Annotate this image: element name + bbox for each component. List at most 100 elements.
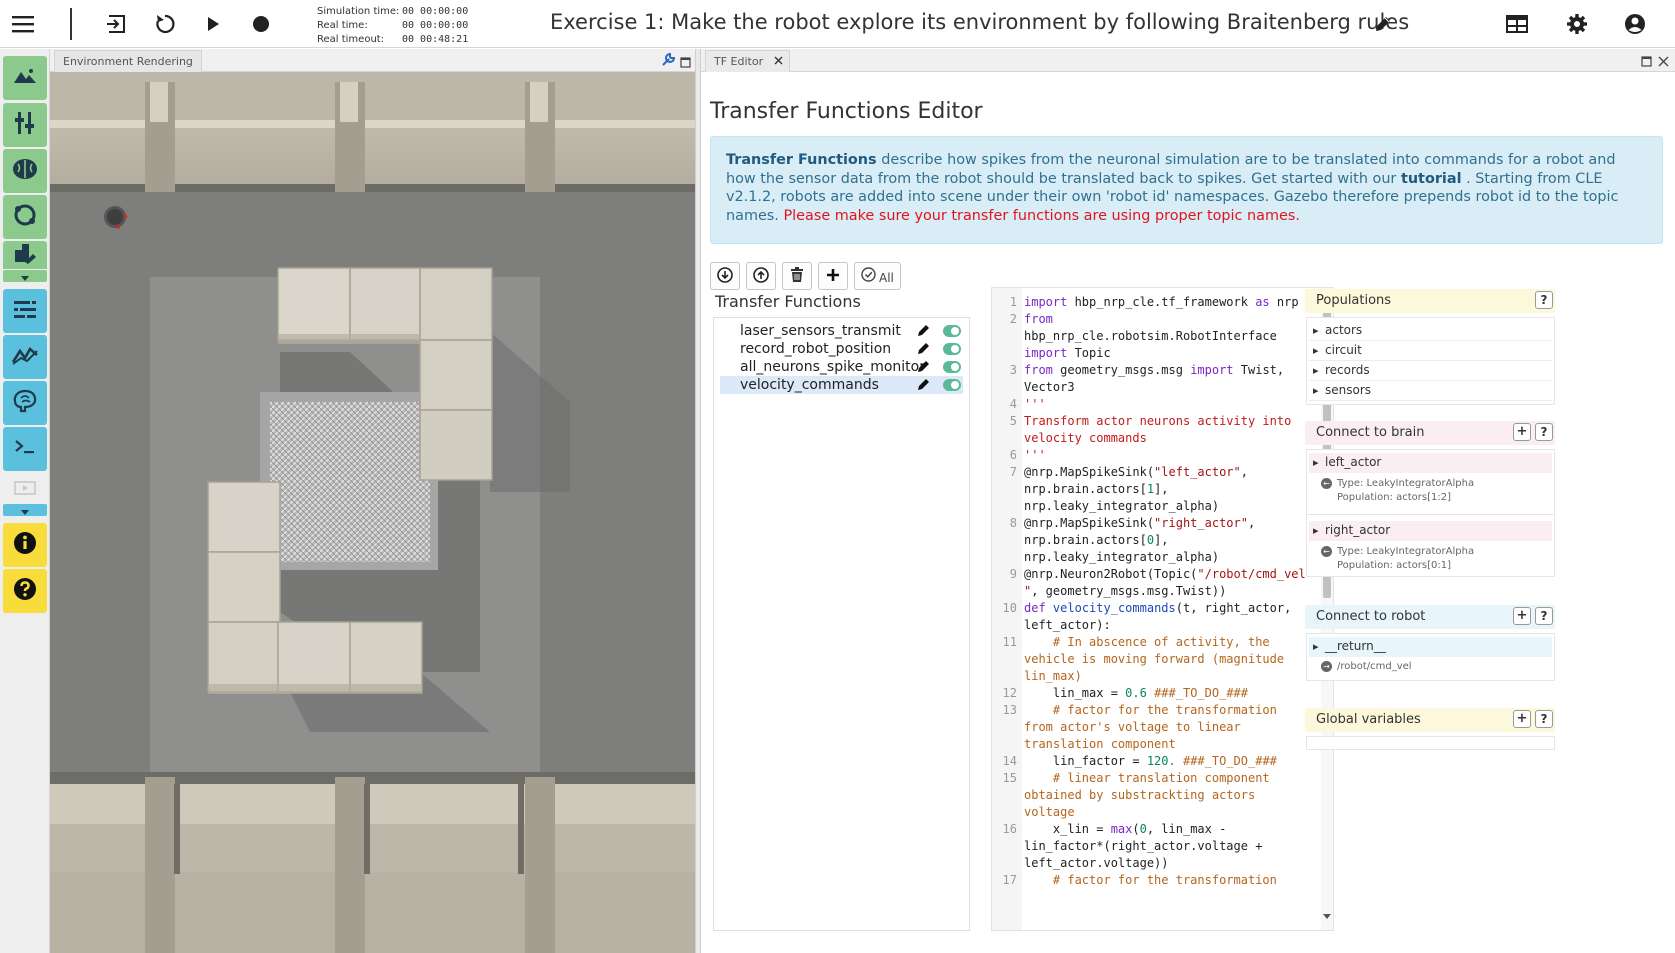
pencil-icon[interactable] [1367,8,1399,40]
account-icon[interactable] [1619,8,1651,40]
population-item[interactable]: sensors [1309,381,1552,401]
environment-button[interactable] [3,56,47,100]
code-editor[interactable]: 1 import hbp_nrp_cle.tf_framework as nrp … [991,287,1334,931]
real-time-label: Real time: [317,20,368,31]
top-bar: Simulation time: 00 00:00:00 Real time: 00… [0,0,1675,48]
tf-item-velocity-commands[interactable]: velocity_commands [720,376,963,394]
line-number: 3 [1009,363,1017,377]
globals-list [1306,736,1555,750]
brain-connection-right-actor[interactable]: right_actor ← Type: LeakyIntegratorAlpha… [1309,521,1552,573]
settings-icon[interactable] [1561,8,1593,40]
maximize-icon[interactable] [1641,52,1652,71]
info-icon [13,531,37,559]
tf-enabled-toggle[interactable] [943,325,961,337]
delete-button[interactable] [782,262,812,290]
populations-help-button[interactable]: ? [1535,291,1553,309]
download-button[interactable] [710,262,740,290]
object-button[interactable] [3,195,47,239]
info-warning: Please make sure your transfer functions… [783,207,1300,224]
add-brain-connection-button[interactable]: + [1513,423,1531,441]
code-lines[interactable]: 1 import hbp_nrp_cle.tf_framework as nrp … [992,294,1322,889]
plus-icon [826,268,840,285]
video-icon [14,480,36,500]
play-icon[interactable] [197,8,229,40]
layout-icon[interactable] [1501,8,1533,40]
code-line: Vector3 [1024,380,1075,394]
plot-button[interactable] [3,335,47,379]
robot-connection-return[interactable]: __return__ → /robot/cmd_vel [1309,637,1552,674]
tf-toolbar: All [710,262,901,290]
help-button[interactable] [3,569,47,613]
expand-green-group[interactable] [3,270,47,282]
connection-name[interactable]: right_actor [1309,521,1552,541]
maximize-icon[interactable] [680,53,691,72]
tutorial-link[interactable]: tutorial [1401,171,1462,187]
connection-topic: /robot/cmd_vel [1337,661,1412,672]
environment-panel: Environment Rendering [50,49,695,953]
add-global-button[interactable]: + [1513,710,1531,728]
environment-tab[interactable]: Environment Rendering [54,50,202,72]
close-panel-icon[interactable] [1658,52,1669,71]
line-number: 12 [1002,686,1017,700]
connect-brain-help-button[interactable]: ? [1535,423,1553,441]
tf-enabled-toggle[interactable] [943,343,961,355]
tf-item-record-robot-position[interactable]: record_robot_position [720,340,963,358]
brain-visualizer-button[interactable] [3,381,47,425]
reset-icon[interactable] [149,8,181,40]
3d-scene-view[interactable] [50,72,695,953]
code-line: ''' [1024,448,1046,462]
tf-item-laser-sensors-transmit[interactable]: laser_sensors_transmit [720,322,963,340]
video-button[interactable] [3,477,47,503]
upload-button[interactable] [746,262,776,290]
exit-icon[interactable] [101,8,133,40]
code-line: hbp_nrp_cle.robotsim.RobotInterface [1024,329,1277,343]
add-robot-connection-button[interactable]: + [1513,607,1531,625]
globals-help-button[interactable]: ? [1535,710,1553,728]
close-tab-icon[interactable] [774,55,783,68]
tf-item-all-neurons-spike-monitor[interactable]: all_neurons_spike_monitor [720,358,963,376]
brain-icon [12,158,38,184]
pencil-icon[interactable] [917,377,931,396]
select-all-button[interactable]: All [854,262,901,290]
exercise-title: Exercise 1: Make the robot explore its e… [550,10,1410,34]
populations-title: Populations [1316,293,1392,308]
connection-name[interactable]: left_actor [1309,453,1552,473]
info-button[interactable] [3,523,47,567]
population-item[interactable]: circuit [1309,341,1552,361]
connection-population: Population: actors[1:2] [1337,492,1451,503]
environment-editor-button[interactable] [3,241,47,269]
expand-blue-group[interactable] [3,504,47,516]
spike-train-icon [13,299,37,323]
tf-editor-tab[interactable]: TF Editor [705,50,791,72]
tf-editor-tab-label: TF Editor [714,55,764,68]
connection-name[interactable]: __return__ [1309,637,1552,657]
trash-icon [790,266,804,286]
code-line: # linear translation component [1024,771,1270,785]
scroll-down-icon[interactable] [1323,905,1331,924]
real-timeout-value: 00 00:48:21 [402,34,469,45]
connect-robot-help-button[interactable]: ? [1535,607,1553,625]
record-icon[interactable] [245,8,277,40]
brain-connection-left-actor[interactable]: left_actor ← Type: LeakyIntegratorAlpha … [1309,453,1552,505]
tf-enabled-toggle[interactable] [943,379,961,391]
line-number: 13 [1002,703,1017,717]
menu-icon[interactable] [7,8,39,40]
population-item[interactable]: records [1309,361,1552,381]
add-tf-button[interactable] [818,262,848,290]
tf-item-label: record_robot_position [740,341,892,357]
tf-list: laser_sensors_transmit record_robot_posi… [713,317,970,931]
code-line: lin_factor*(right_actor.voltage + [1024,839,1263,853]
joints-button[interactable] [3,103,47,147]
population-item[interactable]: actors [1309,321,1552,341]
code-line: # factor for the transformation [1024,873,1277,887]
simulation-times: Simulation time: 00 00:00:00 Real time: 00… [317,5,468,47]
real-time-value: 00 00:00:00 [402,20,469,31]
terminal-button[interactable] [3,427,47,471]
spike-train-button[interactable] [3,289,47,333]
tf-enabled-toggle[interactable] [943,361,961,373]
arrow-right-icon: → [1321,661,1332,672]
object-icon [13,203,37,231]
brain-connections-list: left_actor ← Type: LeakyIntegratorAlpha … [1306,449,1555,577]
wrench-icon[interactable] [661,52,676,71]
brain-button[interactable] [3,149,47,193]
